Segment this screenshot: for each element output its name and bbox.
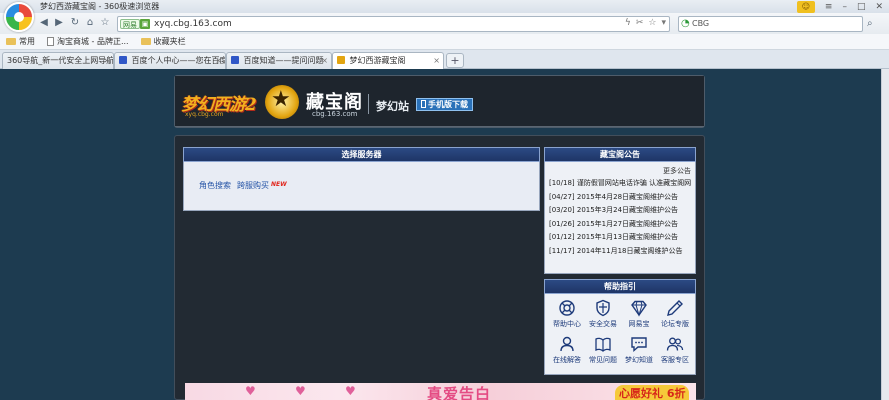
person-icon	[560, 336, 574, 352]
help-item-help-center[interactable]: 帮助中心	[549, 299, 585, 329]
book-icon	[595, 337, 611, 352]
notice-panel: 藏宝阁公告 更多公告 [10/18] 谨防假冒网站电话诈骗 认准藏宝阁网站 [0…	[544, 147, 696, 274]
help-panel: 帮助指引 帮助中心 安全交易 网易宝 论坛专版 在线解答 常见问题 梦幻知道 客…	[544, 279, 696, 375]
bookmark-icon[interactable]: ☆	[648, 18, 656, 28]
promo-banner[interactable]: ♥ ♥ ♥ 真爱告白 心愿好礼 6折	[185, 383, 696, 400]
star-badge-icon: ★	[265, 85, 299, 119]
lightning-icon[interactable]: ϟ	[625, 18, 631, 28]
search-box[interactable]: ◔ CBG	[678, 16, 863, 32]
search-input[interactable]: CBG	[692, 19, 709, 28]
tab-close-icon[interactable]: ×	[215, 53, 222, 68]
navigation-bar: ◀ ▶ ↻ ⌂ ☆ 网易 ▣ xyq.cbg.163.com ϟ ✂ ☆ ▾ ◔…	[0, 13, 889, 34]
window-title: 梦幻西游藏宝阁 - 360极速浏览器	[40, 2, 160, 11]
divider	[368, 94, 369, 114]
help-panel-body: 帮助中心 安全交易 网易宝 论坛专版 在线解答 常见问题 梦幻知道 客服专区	[544, 294, 696, 375]
cross-server-buy-link[interactable]: 跨服购买	[237, 180, 269, 191]
star-icon[interactable]: ☆	[99, 17, 111, 29]
heart-icon: ♥	[345, 384, 356, 398]
search-icon[interactable]: ⌕	[867, 18, 873, 29]
notice-panel-title: 藏宝阁公告	[544, 147, 696, 162]
tab-close-icon[interactable]: ×	[321, 53, 328, 68]
users-icon	[666, 337, 684, 351]
page-icon	[47, 37, 54, 46]
role-search-link[interactable]: 角色搜索	[199, 180, 231, 191]
notice-item[interactable]: [10/18] 谨防假冒网站电话诈骗 认准藏宝阁网站	[549, 177, 691, 191]
banner-headline: 真爱告白	[427, 385, 492, 400]
tab-360-nav[interactable]: 360导航_新一代安全上网导航 ×	[2, 52, 114, 69]
help-panel-title: 帮助指引	[544, 279, 696, 294]
window-controls: ☺ ≡ – □ ✕	[796, 0, 883, 13]
help-item-netease-pay[interactable]: 网易宝	[621, 299, 657, 329]
more-notices-link[interactable]: 更多公告	[549, 166, 691, 177]
cbg-favicon-icon	[337, 56, 345, 64]
forward-icon[interactable]: ▶	[53, 17, 65, 29]
help-item-mhxy-zhidao[interactable]: 梦幻知道	[621, 335, 657, 365]
server-panel: 选择服务器 角色搜索 跨服购买 NEW	[183, 147, 540, 212]
folder-icon	[140, 38, 151, 45]
site-favicon-icon: ▣	[140, 19, 150, 29]
server-panel-title: 选择服务器	[183, 147, 540, 162]
heart-icon: ♥	[295, 384, 306, 398]
close-window-icon[interactable]: ✕	[875, 2, 883, 12]
search-engine-icon[interactable]: ◔	[681, 18, 690, 29]
back-icon[interactable]: ◀	[38, 17, 50, 29]
pen-icon	[667, 300, 683, 316]
banner-tag: 心愿好礼 6折	[615, 385, 690, 400]
minimize-icon[interactable]: –	[842, 2, 847, 12]
new-tab-button[interactable]: +	[446, 53, 464, 68]
bookmark-item[interactable]: 常用	[0, 36, 41, 47]
server-panel-body: 角色搜索 跨服购买 NEW	[183, 162, 540, 211]
help-item-online-answer[interactable]: 在线解答	[549, 335, 585, 365]
folder-icon	[6, 38, 16, 45]
help-item-faq[interactable]: 常见问题	[585, 335, 621, 365]
heart-icon: ♥	[245, 384, 256, 398]
home-icon[interactable]: ⌂	[84, 17, 96, 29]
address-input[interactable]: xyq.cbg.163.com	[154, 19, 232, 29]
notice-item[interactable]: [01/12] 2015年1月13日藏宝阁维护公告	[549, 231, 691, 245]
address-bar[interactable]: 网易 ▣ xyq.cbg.163.com ϟ ✂ ☆ ▾	[117, 16, 670, 32]
scrollbar[interactable]	[881, 69, 889, 400]
refresh-icon[interactable]: ↻	[69, 17, 81, 29]
shield-icon	[596, 299, 610, 317]
tab-close-icon[interactable]: ×	[103, 53, 110, 68]
game-domain: xyq.cbg.com	[185, 111, 224, 118]
cut-icon[interactable]: ✂	[636, 18, 644, 28]
notice-item[interactable]: [03/20] 2015年3月24日藏宝阁维护公告	[549, 204, 691, 218]
mobile-download-button[interactable]: 手机版下载	[416, 98, 473, 111]
menu-icon[interactable]: ≡	[825, 2, 833, 12]
site-domain: cbg.163.com	[312, 110, 358, 118]
tab-baidu-zhidao[interactable]: 百度知道——提问问题 ×	[226, 52, 332, 69]
baidu-favicon-icon	[231, 56, 239, 64]
browser-titlebar: 梦幻西游藏宝阁 - 360极速浏览器 ☺ ≡ – □ ✕	[0, 0, 889, 32]
skin-icon[interactable]: ☺	[796, 0, 815, 13]
tab-baidu-center[interactable]: 百度个人中心——您在百度 ×	[114, 52, 226, 69]
maximize-icon[interactable]: □	[857, 2, 866, 12]
dropdown-icon[interactable]: ▾	[661, 18, 666, 28]
bookmarks-bar: 常用 淘宝商城 - 品牌正... 收藏夹栏	[0, 34, 889, 50]
new-badge: NEW	[271, 181, 287, 188]
baidu-favicon-icon	[119, 56, 127, 64]
bookmark-item[interactable]: 收藏夹栏	[135, 36, 192, 47]
notice-item[interactable]: [04/27] 2015年4月28日藏宝阁维护公告	[549, 191, 691, 205]
bookmark-item[interactable]: 淘宝商城 - 品牌正...	[41, 36, 135, 47]
help-item-safe-trade[interactable]: 安全交易	[585, 299, 621, 329]
browser-logo-icon[interactable]	[4, 2, 34, 32]
notice-item[interactable]: [01/26] 2015年1月27日藏宝阁维护公告	[549, 218, 691, 232]
security-badge[interactable]: 网易	[120, 19, 140, 29]
notice-item[interactable]: [11/17] 2014年11月18日藏宝阁维护公告	[549, 245, 691, 259]
tab-close-icon[interactable]: ×	[433, 53, 440, 68]
site-header: 梦幻西游2 xyq.cbg.com ★ 藏宝阁 cbg.163.com 梦幻站 …	[174, 75, 705, 128]
tab-bar: 360导航_新一代安全上网导航 × 百度个人中心——您在百度 × 百度知道——提…	[0, 50, 889, 70]
diamond-icon	[631, 300, 647, 317]
help-item-customer-service[interactable]: 客服专区	[657, 335, 693, 365]
help-item-forum[interactable]: 论坛专版	[657, 299, 693, 329]
phone-icon	[421, 100, 426, 108]
notice-panel-body: 更多公告 [10/18] 谨防假冒网站电话诈骗 认准藏宝阁网站 [04/27] …	[544, 162, 696, 274]
site-name: 梦幻站	[376, 100, 409, 113]
chat-icon	[631, 337, 647, 353]
lifebuoy-icon	[559, 300, 575, 316]
tab-cbg[interactable]: 梦幻西游藏宝阁 ×	[332, 52, 444, 70]
